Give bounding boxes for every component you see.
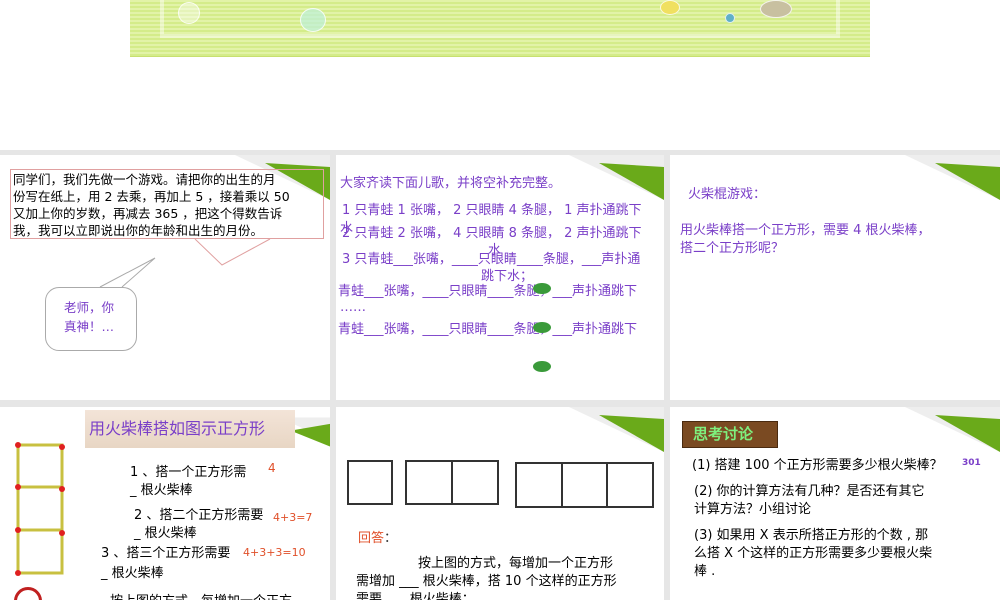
slide-thumbnail-1[interactable]: 同学们，我们先做一个游戏。请把你的出生的月 份写在纸上，用 2 去乘，再加上 5… [0,155,330,400]
slide-thumbnail-2[interactable]: 大家齐读下面儿歌，并将空补充完整。 1 只青蛙 1 张嘴， 2 只眼睛 4 条腿… [336,155,664,400]
speech-bubble-reply: 老师，你 真神！… [45,287,137,351]
question-3: 3 、搭三个正方形需要 [101,546,231,561]
text-line: 搭二个正方形呢？ [680,241,785,256]
answer-1: 301 [962,458,981,468]
title-slide-banner[interactable] [130,0,870,57]
bubble-decoration [725,13,735,23]
frog-icon [533,361,551,372]
question-mark-icon [14,587,42,600]
speech-bubble-tails [99,238,271,288]
answer-label-text: 回答 [358,531,385,546]
rhyme-line: 青蛙___张嘴，____只眼睛____条腿，___声扑通跳下 [338,322,638,337]
cut-off-text: 按上图的方式，每增加一个正方 [110,592,292,600]
slide-thumbnail-4[interactable]: 用火柴棒搭如图示正方形 1 、搭一个正方形需 4 _ 根火柴棒 2 、搭二个正方… [0,407,330,600]
answer-label: 回答： [358,529,397,548]
question-3-cont: _ 根火柴棒 [101,566,164,581]
bubble-decoration [660,0,680,15]
frog-icon [533,322,551,333]
slide-title: 火柴棍游戏： [688,187,767,202]
frog-icon [533,283,551,294]
answer-3: 4+3+3=10 [243,546,306,559]
text-line: 用火柴棒搭一个正方形，需要 4 根火柴棒， [680,223,931,238]
question-1: 1 、搭一个正方形需 [130,465,247,480]
page-curl-icon [905,155,1000,200]
title-banner: 用火柴棒搭如图示正方形 [85,410,295,448]
bubble-decoration [178,2,200,24]
discussion-title-badge: 思考讨论 [682,421,778,448]
page-curl-icon [905,407,1000,452]
discussion-question-3-cont: 棒 . [694,564,716,579]
discussion-question-2-cont: 计算方法？小组讨论 [694,502,812,517]
bubble-decoration [300,8,326,32]
answer-1: 4 [268,461,276,475]
slide-thumbnail-5[interactable]: 回答： 按上图的方式，每增加一个正方形 需增加 ___ 根火柴棒，搭 10 个这… [336,407,664,600]
banner-frame [160,0,840,38]
slide-title: 大家齐读下面儿歌，并将空补充完整。 [340,176,562,191]
question-2-cont: _ 根火柴棒 [134,526,197,541]
discussion-question-3: (3) 如果用 X 表示所搭正方形的个数 , 那 [694,528,929,543]
rhyme-line: 青蛙___张嘴，____只眼睛____条腿，___声扑通跳下 [338,284,638,299]
discussion-question-3-cont: 么搭 X 个这样的正方形需要多少要根火柴 [694,546,933,561]
bubble-decoration [760,0,792,18]
discussion-question-1: (1) 搭建 100 个正方形需要多少根火柴棒？ [692,458,943,473]
discussion-question-2: (2) 你的计算方法有几种？是否还有其它 [694,484,925,499]
question-1-cont: _ 根火柴棒 [130,483,193,498]
answer-2: 4+3=7 [273,511,313,524]
slide-thumbnail-3[interactable]: 火柴棍游戏： 用火柴棒搭一个正方形，需要 4 根火柴棒， 搭二个正方形呢？ [670,155,1000,400]
reply-line: 真神！… [64,319,115,334]
answer-line: 需要 ___ 根火柴棒； [356,592,475,600]
slide-title: 思考讨论 [693,425,754,443]
answer-line: 需增加 ___ 根火柴棒，搭 10 个这样的正方形 [356,574,617,589]
slide-title: 用火柴棒搭如图示正方形 [89,419,266,438]
reply-line: 老师，你 [64,300,115,315]
matchstick-squares-diagram [15,442,65,576]
question-2: 2 、搭二个正方形需要 [134,508,264,523]
answer-colon: ： [384,531,398,546]
matchstick-sequence-diagram [347,460,654,508]
rhyme-line: 1 只青蛙 1 张嘴， 2 只眼睛 4 条腿， 1 声扑通跳下 [342,203,642,218]
answer-line: 按上图的方式，每增加一个正方形 [418,556,614,571]
slide-thumbnail-6[interactable]: 思考讨论 (1) 搭建 100 个正方形需要多少根火柴棒？ 301 (2) 你的… [670,407,1000,600]
rhyme-ellipsis: …… [340,300,366,315]
